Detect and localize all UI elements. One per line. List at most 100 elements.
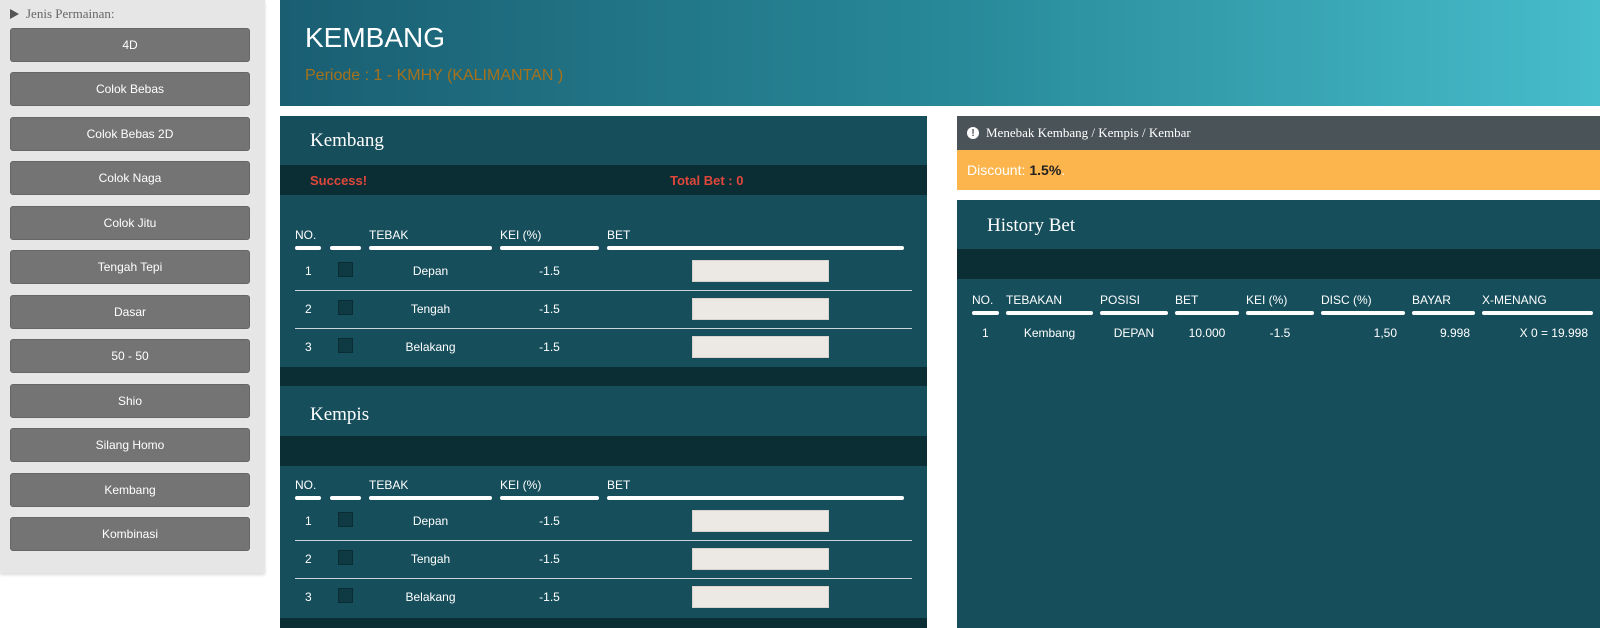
- row-checkbox[interactable]: [338, 512, 353, 527]
- game-button-kombinasi[interactable]: Kombinasi: [10, 517, 250, 551]
- kempis-status-strip: [280, 436, 927, 466]
- game-button-tengah-tepi[interactable]: Tengah Tepi: [10, 250, 250, 284]
- row-tebak: Belakang: [405, 340, 456, 354]
- periode-label: Periode : 1 - KMHY (KALIMANTAN ): [305, 67, 564, 84]
- header-underline: [295, 246, 321, 250]
- row-no: 2: [305, 302, 312, 316]
- row-kei: -1.5: [539, 264, 560, 278]
- row-checkbox[interactable]: [338, 262, 353, 277]
- col-tebak: TEBAK: [369, 478, 409, 492]
- hrow-disc: 1,50: [1373, 326, 1397, 340]
- game-button-colok-jitu[interactable]: Colok Jitu: [10, 206, 250, 240]
- history-strip: [957, 249, 1600, 279]
- col-kei: KEI (%): [500, 228, 542, 242]
- game-button-colok-bebas[interactable]: Colok Bebas: [10, 72, 250, 106]
- col-no: NO.: [295, 228, 317, 242]
- row-divider: [295, 540, 912, 541]
- game-button-dasar[interactable]: Dasar: [10, 295, 250, 329]
- hcol-tebakan: TEBAKAN: [1006, 293, 1063, 307]
- header-underline: [1482, 311, 1593, 315]
- game-button-shio[interactable]: Shio: [10, 384, 250, 418]
- game-button-50-50[interactable]: 50 - 50: [10, 339, 250, 373]
- sidebar-header-label: Jenis Permainan:: [26, 5, 115, 21]
- row-no: 3: [305, 590, 312, 604]
- header-underline: [330, 496, 361, 500]
- game-button-colok-naga[interactable]: Colok Naga: [10, 161, 250, 195]
- hrow-xmenang: X 0 = 19.998: [1519, 326, 1588, 340]
- hcol-bayar: BAYAR: [1412, 293, 1451, 307]
- exclamation-icon: !: [967, 127, 979, 139]
- history-panel: History Bet NO. TEBAKAN POSISI BET KEI (…: [957, 200, 1600, 628]
- hrow-kei: -1.5: [1269, 326, 1291, 340]
- col-bet: BET: [607, 478, 631, 492]
- header-underline: [369, 496, 492, 500]
- row-kei: -1.5: [539, 590, 560, 604]
- bet-input[interactable]: [692, 586, 829, 608]
- hcol-posisi: POSISI: [1100, 293, 1141, 307]
- page-title: KEMBANG: [305, 22, 446, 53]
- hcol-disc: DISC (%): [1321, 293, 1372, 307]
- panel-footer-strip: [280, 618, 927, 628]
- kempis-panel: Kempis NO. TEBAK KEI (%) BET 1 Depan -1.…: [280, 386, 927, 628]
- header-underline: [295, 496, 321, 500]
- kembang-title: Kembang: [310, 130, 384, 151]
- success-message: Success!: [310, 173, 368, 188]
- hcol-no: NO.: [972, 293, 994, 307]
- history-title: History Bet: [987, 215, 1076, 236]
- header-underline: [1412, 311, 1475, 315]
- hrow-tebakan: Kembang: [1023, 326, 1076, 340]
- bet-input[interactable]: [692, 260, 829, 282]
- row-tebak: Belakang: [405, 590, 456, 604]
- header-underline: [972, 311, 999, 315]
- hrow-bayar: 9.998: [1439, 326, 1470, 340]
- header-underline: [369, 246, 492, 250]
- sidebar: Jenis Permainan: 4D Colok Bebas Colok Be…: [0, 0, 265, 573]
- info-heading: ! Menebak Kembang / Kempis / Kembar: [957, 116, 1600, 150]
- page-header: KEMBANG Periode : 1 - KMHY (KALIMANTAN ): [280, 0, 1600, 106]
- col-kei: KEI (%): [500, 478, 542, 492]
- col-bet: BET: [607, 228, 631, 242]
- game-button-colok-bebas-2d[interactable]: Colok Bebas 2D: [10, 117, 250, 151]
- row-checkbox[interactable]: [338, 300, 353, 315]
- row-divider: [295, 328, 912, 329]
- header-underline: [1100, 311, 1168, 315]
- hrow-posisi: DEPAN: [1113, 326, 1155, 340]
- hcol-bet: BET: [1175, 293, 1199, 307]
- sidebar-header: Jenis Permainan:: [0, 0, 265, 24]
- game-button-silang-homo[interactable]: Silang Homo: [10, 428, 250, 462]
- kembang-status-strip: Success! Total Bet : 0: [280, 165, 927, 195]
- row-checkbox[interactable]: [338, 588, 353, 603]
- header-underline: [500, 496, 599, 500]
- row-checkbox[interactable]: [338, 550, 353, 565]
- row-tebak: Depan: [412, 514, 449, 528]
- bet-input[interactable]: [692, 548, 829, 570]
- header-underline: [607, 246, 904, 250]
- header-underline: [500, 246, 599, 250]
- info-heading-label: Menebak Kembang / Kempis / Kembar: [986, 125, 1191, 140]
- hrow-no: 1: [982, 326, 989, 340]
- game-button-4d[interactable]: 4D: [10, 28, 250, 62]
- row-no: 1: [305, 264, 312, 278]
- bet-input[interactable]: [692, 298, 829, 320]
- row-tebak: Tengah: [410, 552, 451, 566]
- row-no: 3: [305, 340, 312, 354]
- row-divider: [295, 290, 912, 291]
- row-tebak: Depan: [412, 264, 449, 278]
- game-button-kembang[interactable]: Kembang: [10, 473, 250, 507]
- header-underline: [1321, 311, 1405, 315]
- row-divider: [295, 578, 912, 579]
- row-kei: -1.5: [539, 514, 560, 528]
- discount-label: Discount:: [967, 162, 1026, 178]
- header-underline: [330, 246, 361, 250]
- kembang-panel: Kembang Success! Total Bet : 0 NO. TEBAK…: [280, 116, 927, 386]
- bet-input[interactable]: [692, 510, 829, 532]
- row-checkbox[interactable]: [338, 338, 353, 353]
- total-bet: Total Bet : 0: [670, 173, 744, 188]
- bet-input[interactable]: [692, 336, 829, 358]
- header-underline: [1006, 311, 1093, 315]
- header-underline: [1246, 311, 1314, 315]
- hrow-bet: 10.000: [1188, 326, 1226, 340]
- col-no: NO.: [295, 478, 317, 492]
- discount-suffix: .: [1061, 162, 1066, 178]
- kempis-title: Kempis: [310, 404, 370, 425]
